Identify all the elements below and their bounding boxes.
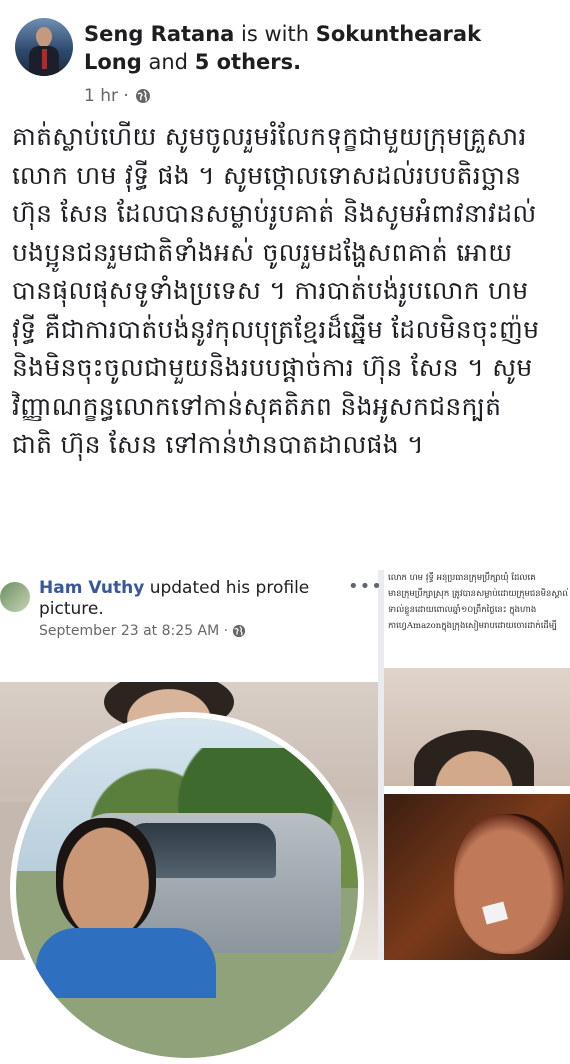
post-line: លោក ហម វុទ្ធី ផង ។ សូមថ្កោលទោសដល់របបតិរច… <box>12 160 522 190</box>
card-attribution: Ham Vuthy updated his profile picture. <box>39 578 339 620</box>
avatar-face <box>36 27 52 46</box>
post-line: គាត់ស្លាប់ហើយ សូមចូលរួមរំលែកទុក្ខជាមួយក្… <box>12 122 527 151</box>
author-avatar[interactable] <box>15 18 73 76</box>
snippet-line: មានក្រុមប្រឹក្សាស្រុក ត្រូវបានសម្លាប់ដោយ… <box>388 589 568 599</box>
tagged-name[interactable]: Sokunthearak <box>316 22 481 46</box>
others-link[interactable]: 5 others. <box>195 50 301 74</box>
ham-vuthy-avatar[interactable] <box>0 582 30 612</box>
post-line: និងមិនចុះចូលជាមួយនិងរបបផ្តាច់ការ ហ៊ុន សែ… <box>12 353 533 382</box>
news-snippet: លោក ហម វុទ្ធី អនុប្រធានក្រុមប្រឹក្សាឃុំ … <box>388 570 568 634</box>
globe-icon[interactable] <box>135 88 151 104</box>
post-meta: 1 hr · <box>84 86 151 106</box>
globe-icon <box>232 624 246 638</box>
with-text: is with <box>241 22 310 46</box>
profile-update-card[interactable]: Ham Vuthy updated his profile picture. S… <box>0 570 382 1064</box>
more-options-icon[interactable]: ••• <box>348 576 383 597</box>
shared-images: Ham Vuthy updated his profile picture. S… <box>0 570 570 1064</box>
snippet-line: ទាល់ខ្លួនដោយពោលឆ្នាំ១០ព្រឹកថ្ងៃនេះ ក្នុង… <box>388 605 537 615</box>
snippet-line: កាហ្វេAmazonក្នុងក្រុងសៀមរាបដោយចោរដាក់ដើ… <box>388 621 557 631</box>
photo-head <box>414 730 534 786</box>
injured-face <box>454 814 564 954</box>
tagged-name-2[interactable]: Long <box>84 50 142 74</box>
news-photo-top[interactable] <box>384 668 570 786</box>
news-photo-bottom[interactable] <box>384 794 570 960</box>
post-line: បានផុលផុសទូទាំងប្រទេស ។ ការបាត់បង់រូបលោក… <box>12 276 529 305</box>
news-card[interactable]: លោក ហម វុទ្ធី អនុប្រធានក្រុមប្រឹក្សាឃុំ … <box>384 570 570 960</box>
card-meta: September 23 at 8:25 AM · <box>39 623 246 639</box>
post-line: ជាតិ ហ៊ុន សែន ទៅកាន់ឋានបាតដាលផង ។ <box>12 430 424 459</box>
author-name[interactable]: Seng Ratana <box>84 22 234 46</box>
post-line: បងប្អូនជនរួមជាតិទាំងអស់ ចូលរួមដង្ហែសពគាត… <box>12 237 513 267</box>
ham-vuthy-name[interactable]: Ham Vuthy <box>39 578 144 598</box>
post-body: គាត់ស្លាប់ហើយ សូមចូលរួមរំលែកទុក្ខជាមួយក្… <box>12 118 560 465</box>
snippet-line: លោក ហម វុទ្ធី អនុប្រធានក្រុមប្រឹក្សាឃុំ … <box>388 573 536 583</box>
post-line: វុទ្ធី គឺជាការបាត់បង់នូវកុលបុត្រខ្មែរដ៏ឆ… <box>12 314 540 344</box>
card-time[interactable]: September 23 at 8:25 AM · <box>39 623 228 639</box>
post-time[interactable]: 1 hr · <box>84 86 129 106</box>
avatar-tie <box>42 49 47 69</box>
profile-picture[interactable] <box>10 712 364 1064</box>
post-header: Seng Ratana is with Sokunthearak Long an… <box>0 0 570 118</box>
post-line: ហ៊ុន សែន ដែលបានសម្លាប់រូបគាត់ និងសូមអំពា… <box>12 199 537 228</box>
post-line: វិញ្ញាណក្ខន្ធលោកទៅកាន់សុគតិភព និងអូសកជនក… <box>12 391 502 421</box>
and-text: and <box>148 50 188 74</box>
photo-face <box>56 818 156 938</box>
photo-shirt <box>36 928 216 998</box>
post-attribution: Seng Ratana is with Sokunthearak Long an… <box>84 20 554 76</box>
